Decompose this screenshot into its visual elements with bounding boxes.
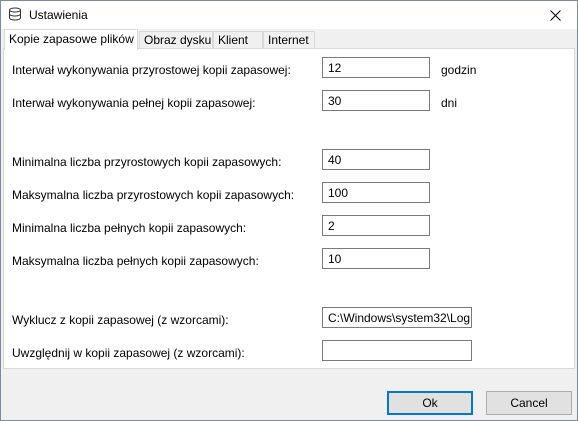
settings-dialog: Ustawienia Kopie zapasowe plików Obraz d… <box>0 0 578 421</box>
max-full-input[interactable]: 10 <box>322 248 430 269</box>
full-interval-unit: dni <box>441 96 458 110</box>
cancel-button[interactable]: Cancel <box>486 391 572 415</box>
close-icon <box>549 9 561 21</box>
min-incremental-input[interactable]: 40 <box>322 149 430 170</box>
max-incremental-input[interactable]: 100 <box>322 182 430 203</box>
min-full-label: Minimalna liczba pełnych kopii zapasowyc… <box>12 221 247 235</box>
full-interval-label: Interwał wykonywania pełnej kopii zapaso… <box>12 96 256 110</box>
database-icon <box>8 7 22 21</box>
exclude-label: Wyklucz z kopii zapasowej (z wzorcami): <box>12 313 229 327</box>
title-bar: Ustawienia <box>1 1 577 29</box>
max-incremental-label: Maksymalna liczba przyrostowych kopii za… <box>12 188 295 202</box>
full-interval-input[interactable]: 30 <box>322 90 430 111</box>
exclude-input[interactable]: C:\Windows\system32\LogFiles\* <box>322 307 472 328</box>
incremental-interval-input[interactable]: 12 <box>322 57 430 78</box>
close-button[interactable] <box>533 1 577 29</box>
incremental-interval-unit: godzin <box>441 63 477 77</box>
tab-internet[interactable]: Internet <box>263 31 315 48</box>
tab-disk-image[interactable]: Obraz dysku <box>139 31 213 48</box>
incremental-interval-label: Interwał wykonywania przyrostowej kopii … <box>12 63 291 77</box>
max-full-label: Maksymalna liczba pełnych kopii zapasowy… <box>12 254 259 268</box>
tab-panel-file-backups: Interwał wykonywania przyrostowej kopii … <box>3 48 575 369</box>
window-title: Ustawienia <box>29 8 88 22</box>
include-label: Uwzględnij w kopii zapasowej (z wzorcami… <box>12 346 245 360</box>
tab-file-backups[interactable]: Kopie zapasowe plików <box>4 29 138 50</box>
include-input[interactable] <box>322 340 472 361</box>
min-incremental-label: Minimalna liczba przyrostowych kopii zap… <box>12 155 282 169</box>
ok-button[interactable]: Ok <box>387 391 473 415</box>
min-full-input[interactable]: 2 <box>322 215 430 236</box>
tab-client[interactable]: Klient <box>213 31 263 48</box>
